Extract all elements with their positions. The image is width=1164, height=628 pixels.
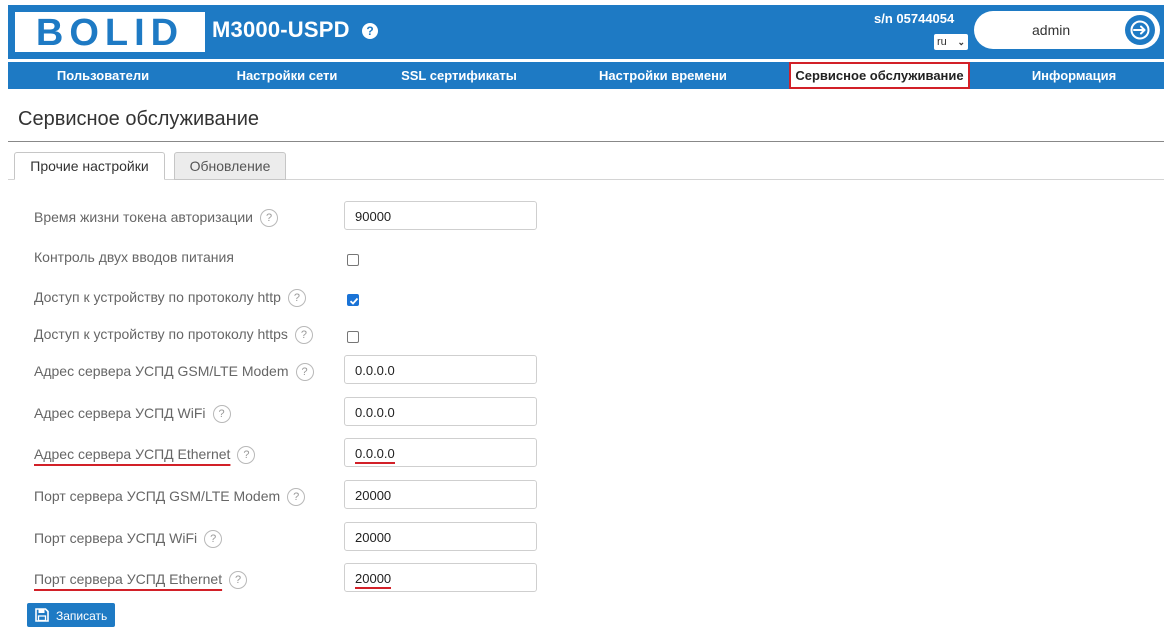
logout-button[interactable] — [1125, 15, 1155, 45]
row-label: Доступ к устройству по протоколу http? — [34, 289, 306, 307]
serial-number: s/n 05744054 — [874, 11, 955, 26]
form-row-ethernet-port: Порт сервера УСПД Ethernet? 20000 — [0, 563, 1164, 599]
save-button[interactable]: Записать — [27, 603, 115, 627]
help-icon[interactable]: ? — [229, 571, 248, 589]
user-box: admin — [974, 11, 1160, 49]
form-row-gsm-address: Адрес сервера УСПД GSM/LTE Modem? 0.0.0.… — [0, 355, 1164, 391]
floppy-disk-icon — [35, 608, 49, 622]
nav-item-network[interactable]: Настройки сети — [192, 62, 382, 89]
row-label: Порт сервера УСПД GSM/LTE Modem? — [34, 488, 306, 506]
chevron-down-icon: ⌄ — [957, 37, 965, 47]
form-row-wifi-address: Адрес сервера УСПД WiFi? 0.0.0.0 — [0, 397, 1164, 433]
nav-item-ssl[interactable]: SSL сертификаты — [364, 62, 554, 89]
logout-icon — [1130, 20, 1150, 40]
input-value: 20000 — [355, 530, 392, 545]
input-value: 0.0.0.0 — [355, 405, 395, 420]
ethernet-port-input[interactable]: 20000 — [344, 563, 537, 592]
wifi-address-input[interactable]: 0.0.0.0 — [344, 397, 537, 426]
wifi-port-input[interactable]: 20000 — [344, 522, 537, 551]
nav-item-service[interactable]: Сервисное обслуживание — [789, 62, 970, 89]
row-label: Адрес сервера УСПД GSM/LTE Modem? — [34, 363, 314, 381]
tab-other-settings[interactable]: Прочие настройки — [14, 152, 165, 180]
nav-item-users[interactable]: Пользователи — [8, 62, 198, 89]
help-icon[interactable]: ? — [212, 405, 231, 423]
row-label: Контроль двух вводов питания — [34, 249, 234, 265]
https-access-checkbox[interactable] — [347, 331, 359, 343]
help-icon[interactable]: ? — [287, 289, 306, 307]
input-value: 20000 — [355, 488, 392, 503]
gsm-port-input[interactable]: 20000 — [344, 480, 537, 509]
nav-item-time[interactable]: Настройки времени — [568, 62, 758, 89]
form-row-http-access: Доступ к устройству по протоколу http? — [0, 281, 1164, 317]
nav-item-info[interactable]: Информация — [984, 62, 1164, 89]
top-header: BOLID M3000-USPD ? s/n 05744054 ru ⌄ adm… — [8, 5, 1164, 59]
save-button-label: Записать — [56, 609, 108, 623]
input-value: 20000 — [355, 571, 392, 589]
power-control-checkbox[interactable] — [347, 254, 359, 266]
row-label: Адрес сервера УСПД Ethernet? — [34, 446, 256, 464]
row-label: Адрес сервера УСПД WiFi? — [34, 405, 231, 423]
token-lifetime-input[interactable]: 90000 — [344, 201, 537, 230]
input-value: 0.0.0.0 — [355, 363, 395, 378]
help-icon[interactable]: ? — [260, 209, 278, 227]
divider — [8, 141, 1164, 142]
main-nav: Пользователи Настройки сети SSL сертифик… — [8, 62, 1164, 89]
language-select[interactable]: ru ⌄ — [934, 34, 968, 50]
help-icon[interactable]: ? — [295, 363, 314, 381]
help-icon[interactable]: ? — [294, 326, 313, 344]
form-row-wifi-port: Порт сервера УСПД WiFi? 20000 — [0, 522, 1164, 558]
input-value: 0.0.0.0 — [355, 446, 395, 464]
gsm-address-input[interactable]: 0.0.0.0 — [344, 355, 537, 384]
help-icon[interactable]: ? — [204, 530, 223, 548]
tab-update[interactable]: Обновление — [174, 152, 286, 180]
form-row-ethernet-address: Адрес сервера УСПД Ethernet? 0.0.0.0 — [0, 438, 1164, 474]
row-label: Доступ к устройству по протоколу https? — [34, 326, 313, 344]
product-title: M3000-USPD — [212, 17, 350, 42]
page-title: Сервисное обслуживание — [18, 108, 259, 130]
form-row-gsm-port: Порт сервера УСПД GSM/LTE Modem? 20000 — [0, 480, 1164, 516]
help-icon[interactable]: ? — [362, 23, 378, 39]
form-row-power-control: Контроль двух вводов питания — [0, 241, 1164, 277]
username: admin — [1032, 22, 1071, 38]
form-row-token-lifetime: Время жизни токена авторизации? 90000 — [0, 201, 1164, 237]
row-label: Порт сервера УСПД WiFi? — [34, 530, 223, 548]
http-access-checkbox[interactable] — [347, 294, 359, 306]
language-value: ru — [937, 36, 947, 48]
bolid-logo: BOLID — [15, 12, 205, 52]
row-label: Время жизни токена авторизации? — [34, 209, 278, 227]
help-icon[interactable]: ? — [287, 488, 306, 506]
row-label: Порт сервера УСПД Ethernet? — [34, 571, 248, 589]
svg-text:BOLID: BOLID — [36, 12, 184, 52]
help-icon[interactable]: ? — [237, 446, 256, 464]
ethernet-address-input[interactable]: 0.0.0.0 — [344, 438, 537, 467]
checkmark-icon — [349, 297, 359, 305]
form-row-https-access: Доступ к устройству по протоколу https? — [0, 318, 1164, 354]
input-value: 90000 — [355, 209, 392, 224]
